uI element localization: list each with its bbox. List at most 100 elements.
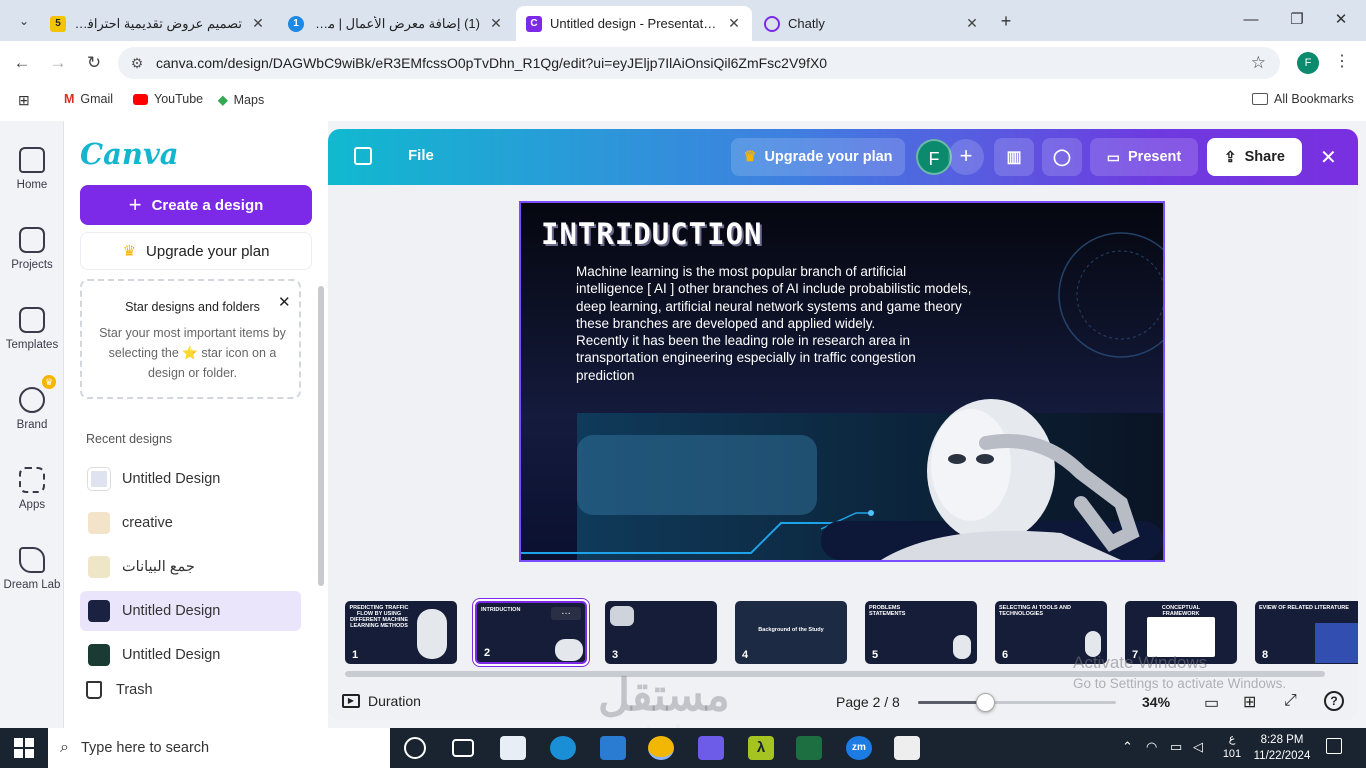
forward-icon[interactable]: → [46,51,70,75]
add-collaborator-icon[interactable]: + [948,139,984,175]
tab-2[interactable]: 1 (1) إضافة معرض الأعمال | مستقل ✕ [278,6,514,41]
task-view-icon[interactable] [452,739,474,757]
windows-start-icon[interactable] [14,738,34,758]
close-editor-icon[interactable]: ✕ [1320,145,1337,170]
home-icon [19,147,45,173]
create-design-button[interactable]: + Create a design [80,185,312,225]
rail-templates[interactable]: Templates [0,307,64,351]
new-tab-icon[interactable]: + [994,10,1018,32]
zoom-slider-track[interactable] [918,693,1116,712]
canva-logo[interactable]: Canva [80,137,179,171]
comments-icon[interactable]: ◯ [1042,138,1082,176]
store-icon[interactable] [500,736,526,760]
fullscreen-icon[interactable]: ⤢ [1284,692,1297,710]
bookmark-maps[interactable]: ◆ Maps [218,92,264,108]
page-thumbnail[interactable]: PROBLEMS STATEMENTS 5 [865,601,977,664]
panel-scrollbar[interactable] [318,286,324,586]
page-indicator[interactable]: Page 2 / 8 [836,694,900,710]
user-avatar[interactable]: F [916,139,952,175]
tab-1-favicon-icon: 5 [50,15,66,32]
browser-menu-icon[interactable]: ⋮ [1334,51,1350,71]
recent-design-item[interactable]: Untitled Design [80,459,301,499]
rail-projects[interactable]: Projects [0,227,64,271]
page-thumbnail[interactable]: EVIEW OF RELATED LITERATURE 8 [1255,601,1358,664]
slide-canvas[interactable]: INTRIDUCTION Machine learning is the mos… [519,201,1165,562]
slide-body-text[interactable]: Machine learning is the most popular bra… [576,263,976,384]
input-language[interactable]: ع 101 [1221,732,1243,762]
volume-icon[interactable]: ◁ [1193,739,1203,755]
notes-icon[interactable]: ▭ [1204,693,1219,713]
robot-image [953,635,971,659]
lambda-app-icon[interactable]: λ [748,736,774,760]
share-button[interactable]: ⇪ Share [1207,138,1302,176]
page-thumbnail[interactable]: 3 [605,601,717,664]
folder-icon [1252,93,1268,105]
tab-1-close-icon[interactable]: ✕ [250,15,266,32]
page-thumbnail[interactable]: PREDICTING TRAFFIC FLOW BY USING DIFFERE… [345,601,457,664]
tab-2-close-icon[interactable]: ✕ [488,15,504,32]
upgrade-plan-button[interactable]: ♛ Upgrade your plan [80,232,312,270]
chrome-icon[interactable] [648,736,674,760]
upgrade-plan-toolbar-button[interactable]: ♛ Upgrade your plan [731,138,905,176]
recent-design-item-selected[interactable]: Untitled Design [80,591,301,631]
tray-chevron-icon[interactable]: ⌃ [1122,739,1133,755]
zoom-level[interactable]: 34% [1142,694,1170,710]
rail-brand[interactable]: ♛ Brand [0,375,64,431]
excel-icon[interactable] [796,736,822,760]
zoom-slider-handle[interactable] [976,693,995,712]
minimize-icon[interactable]: — [1236,8,1266,32]
app-icon[interactable] [698,736,724,760]
duration-button[interactable]: ▶ Duration [342,693,421,709]
help-icon[interactable]: ? [1324,691,1344,711]
star-card-close-icon[interactable]: ✕ [278,293,291,311]
clock[interactable]: 8:28 PM 11/22/2024 [1250,732,1314,764]
tab-4-close-icon[interactable]: ✕ [964,15,980,32]
site-info-icon[interactable]: ⚙ [118,55,156,72]
taskbar-search-box[interactable]: ⌕ Type here to search [48,728,390,768]
open-external-icon[interactable] [354,147,372,165]
share-icon: ⇪ [1224,149,1237,166]
omnibox[interactable]: ⚙ canva.com/design/DAGWbC9wiBk/eR3EMfcss… [118,47,1280,79]
tab-3-close-icon[interactable]: ✕ [726,15,742,32]
page-thumbnail[interactable]: Background of the Study 4 [735,601,847,664]
window-close-icon[interactable]: ✕ [1326,8,1356,32]
battery-icon[interactable]: ▭ [1170,739,1182,755]
file-menu[interactable]: File [408,147,434,164]
vscode-icon[interactable] [600,736,626,760]
tab-4[interactable]: Chatly ✕ [754,6,990,41]
zoom-app-icon[interactable]: zm [846,736,872,760]
insights-icon[interactable]: ▥ [994,138,1034,176]
restore-icon[interactable]: ❐ [1282,8,1312,32]
notifications-icon[interactable] [1326,738,1342,754]
bookmark-gmail[interactable]: M Gmail [64,92,113,106]
edge-icon[interactable] [550,736,576,760]
slide-title[interactable]: INTRIDUCTION [541,217,763,251]
recent-design-item[interactable]: جمع البيانات [80,547,301,587]
reload-icon[interactable]: ↻ [82,51,106,75]
trash-item[interactable]: Trash [86,681,153,699]
present-button[interactable]: ▭ Present [1090,138,1198,176]
star-card-title: Star designs and folders [125,300,260,314]
grid-view-icon[interactable]: ⊞ [1243,692,1256,712]
video-editor-icon[interactable] [894,736,920,760]
tab-search-icon[interactable]: ⌄ [12,10,36,32]
apps-grid-icon[interactable]: ⊞ [18,92,30,109]
maps-icon: ◆ [218,93,228,107]
tab-3-active[interactable]: C Untitled design - Presentation ✕ [516,6,752,41]
page-more-options-icon[interactable]: … [551,607,581,620]
rail-dream-lab[interactable]: Dream Lab [0,547,64,591]
rail-apps[interactable]: Apps [0,467,64,511]
tab-1[interactable]: 5 تصميم عروض تقديمية احترافية بال ✕ [40,6,276,41]
wifi-icon[interactable]: ◠ [1146,739,1157,755]
page-thumbnail-active[interactable]: INTRIDUCTION … 2 [475,601,587,664]
back-icon[interactable]: ← [10,51,34,75]
all-bookmarks[interactable]: All Bookmarks [1252,92,1354,106]
bookmark-star-icon[interactable]: ☆ [1251,53,1266,73]
profile-avatar[interactable]: F [1297,52,1319,74]
recent-design-item[interactable]: Untitled Design [80,635,301,675]
cortana-icon[interactable] [404,737,426,759]
recent-design-item[interactable]: creative [80,503,301,543]
bookmark-youtube[interactable]: YouTube [133,92,203,106]
url-text[interactable]: canva.com/design/DAGWbC9wiBk/eR3EMfcssO0… [156,55,827,71]
rail-home[interactable]: Home [0,147,64,191]
